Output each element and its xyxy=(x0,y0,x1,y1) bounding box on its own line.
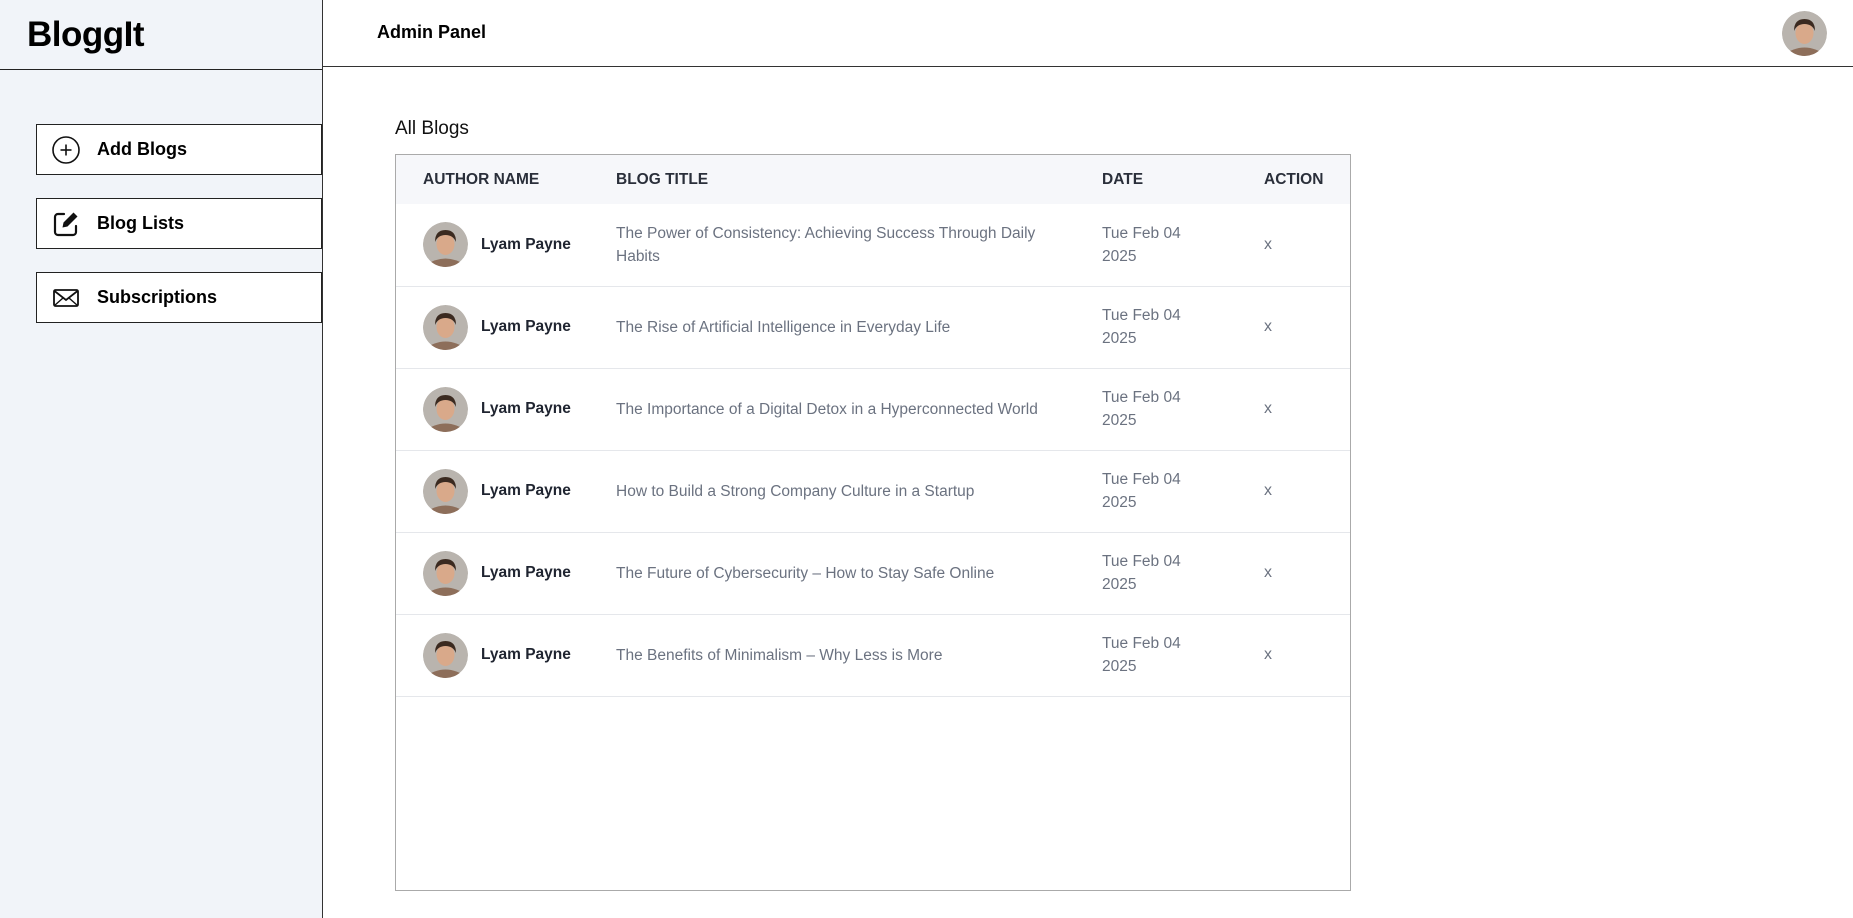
blog-date: Tue Feb 04 2025 xyxy=(1102,307,1181,347)
user-avatar[interactable] xyxy=(1782,11,1827,56)
author-avatar xyxy=(423,468,468,514)
blog-date: Tue Feb 04 2025 xyxy=(1102,224,1181,265)
table-row: Lyam Payne The Benefits of Minimalism – … xyxy=(396,614,1350,696)
page-title: Admin Panel xyxy=(377,22,487,42)
author-name: Lyam Payne xyxy=(481,400,571,417)
blogs-table: AUTHOR NAME BLOG TITLE DATE ACTION Lyam … xyxy=(396,155,1350,697)
blog-title: How to Build a Strong Company Culture in… xyxy=(616,482,975,500)
mail-icon xyxy=(51,283,81,313)
blog-title: The Power of Consistency: Achieving Succ… xyxy=(616,224,1036,265)
blog-title: The Importance of a Digital Detox in a H… xyxy=(616,400,1038,418)
author-avatar xyxy=(423,386,468,432)
main-content: All Blogs AUTHOR NAME BLOG TITLE DATE AC… xyxy=(395,118,1351,891)
table-row: Lyam Payne The Rise of Artificial Intell… xyxy=(396,286,1350,368)
author-avatar xyxy=(423,304,468,350)
top-bar: Admin Panel xyxy=(323,0,1853,67)
author-name: Lyam Payne xyxy=(481,235,571,253)
author-name: Lyam Payne xyxy=(481,482,571,499)
table-row: Lyam Payne How to Build a Strong Company… xyxy=(396,450,1350,532)
sidebar-item-label: Add Blogs xyxy=(97,139,187,159)
blog-date: Tue Feb 04 2025 xyxy=(1102,389,1181,429)
author-avatar xyxy=(423,222,468,268)
blog-date: Tue Feb 04 2025 xyxy=(1102,553,1181,593)
author-cell: Lyam Payne xyxy=(423,468,616,514)
delete-action[interactable]: x xyxy=(1264,236,1272,253)
sidebar-item-blog-lists[interactable]: Blog Lists xyxy=(36,198,322,249)
blog-title: The Future of Cybersecurity – How to Sta… xyxy=(616,564,995,582)
column-header-author: AUTHOR NAME xyxy=(423,170,540,188)
sidebar: BloggIt Add Blogs Blog Lists Subscriptio… xyxy=(0,0,323,918)
blogs-table-container: AUTHOR NAME BLOG TITLE DATE ACTION Lyam … xyxy=(395,154,1351,891)
column-header-title: BLOG TITLE xyxy=(616,170,709,188)
table-row: Lyam Payne The Future of Cybersecurity –… xyxy=(396,532,1350,614)
plus-circle-icon xyxy=(51,135,81,165)
author-name: Lyam Payne xyxy=(481,318,571,335)
author-name: Lyam Payne xyxy=(481,646,571,663)
column-header-action: ACTION xyxy=(1264,170,1324,188)
author-avatar xyxy=(423,550,468,596)
delete-action[interactable]: x xyxy=(1264,646,1272,663)
section-title: All Blogs xyxy=(395,118,469,139)
sidebar-nav: Add Blogs Blog Lists Subscriptions xyxy=(0,124,322,323)
delete-action[interactable]: x xyxy=(1264,564,1272,581)
table-header-row: AUTHOR NAME BLOG TITLE DATE ACTION xyxy=(396,155,1350,204)
delete-action[interactable]: x xyxy=(1264,482,1272,499)
blog-title: The Benefits of Minimalism – Why Less is… xyxy=(616,646,943,664)
author-name: Lyam Payne xyxy=(481,564,571,581)
author-cell: Lyam Payne xyxy=(423,632,616,678)
author-cell: Lyam Payne xyxy=(423,550,616,596)
blog-date: Tue Feb 04 2025 xyxy=(1102,471,1181,511)
sidebar-item-label: Blog Lists xyxy=(97,213,185,233)
sidebar-item-label: Subscriptions xyxy=(97,287,218,307)
blog-date: Tue Feb 04 2025 xyxy=(1102,635,1181,675)
sidebar-item-subscriptions[interactable]: Subscriptions xyxy=(36,272,322,323)
author-cell: Lyam Payne xyxy=(423,386,616,432)
author-cell: Lyam Payne xyxy=(423,222,616,268)
brand-logo[interactable]: BloggIt xyxy=(0,0,322,70)
author-cell: Lyam Payne xyxy=(423,304,616,350)
delete-action[interactable]: x xyxy=(1264,318,1272,335)
column-header-date: DATE xyxy=(1102,170,1144,188)
author-avatar xyxy=(423,632,468,678)
delete-action[interactable]: x xyxy=(1264,400,1272,417)
blog-title: The Rise of Artificial Intelligence in E… xyxy=(616,318,951,336)
sidebar-item-add-blogs[interactable]: Add Blogs xyxy=(36,124,322,175)
table-row: Lyam Payne The Importance of a Digital D… xyxy=(396,368,1350,450)
table-row: Lyam Payne The Power of Consistency: Ach… xyxy=(396,204,1350,286)
edit-icon xyxy=(51,209,81,239)
